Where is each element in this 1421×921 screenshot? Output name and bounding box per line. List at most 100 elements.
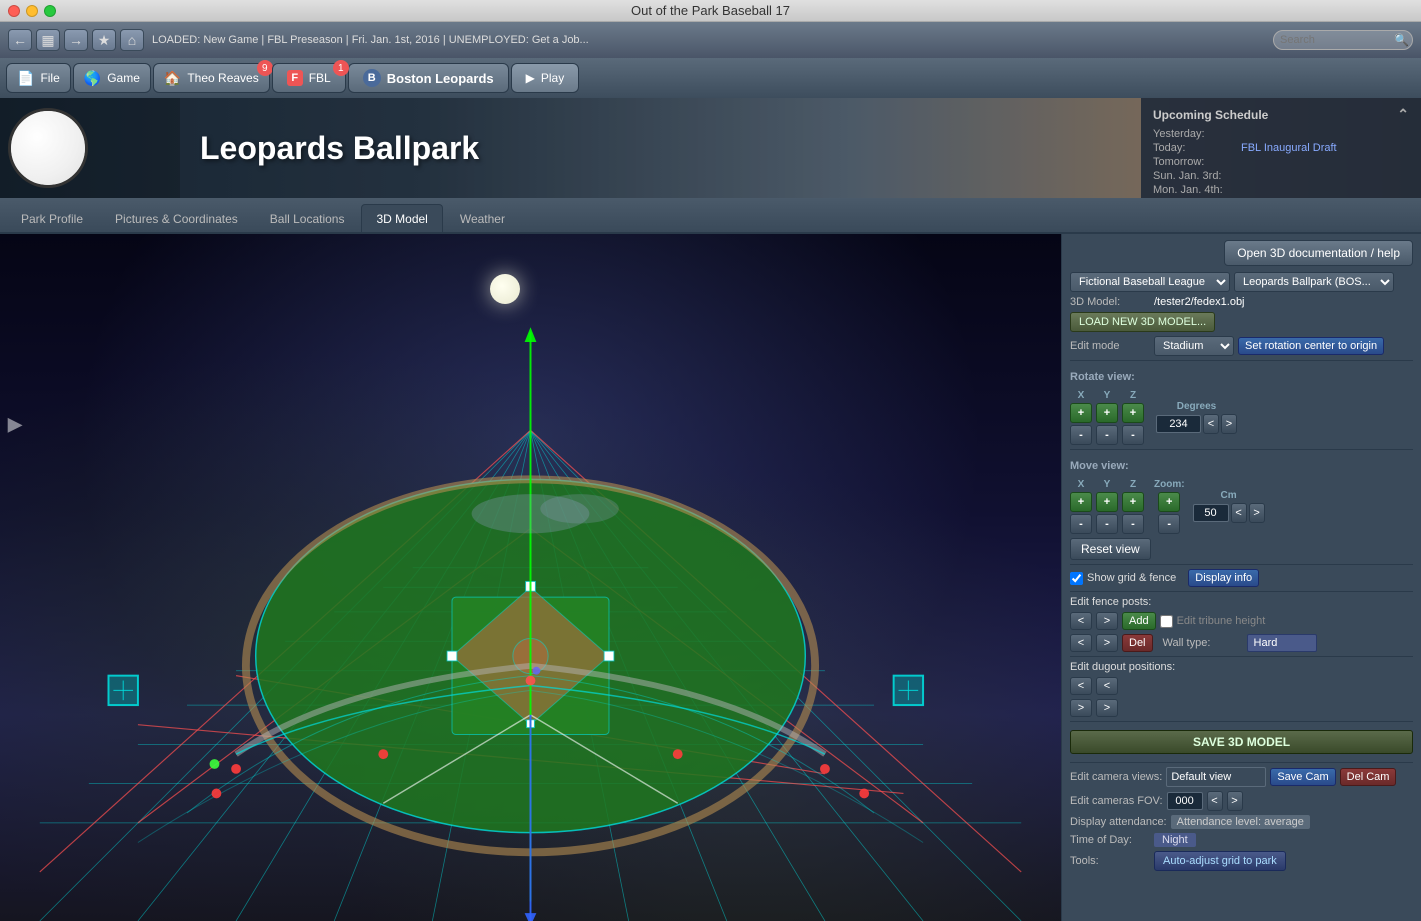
tribune-checkbox[interactable]	[1160, 615, 1173, 628]
dugout-btn-4[interactable]: >	[1096, 699, 1118, 717]
auto-adjust-button[interactable]: Auto-adjust grid to park	[1154, 851, 1286, 871]
tab-3d-model[interactable]: 3D Model	[361, 204, 442, 232]
fence-next-small-btn[interactable]: >	[1096, 612, 1118, 630]
zoom-input-row: < >	[1193, 503, 1265, 523]
fence-del-button[interactable]: Del	[1122, 634, 1153, 652]
rotate-view-title: Rotate view:	[1070, 371, 1135, 383]
zoom-less-btn[interactable]: <	[1231, 503, 1247, 523]
degrees-more-btn[interactable]: >	[1221, 414, 1237, 434]
edit-mode-label: Edit mode	[1070, 340, 1150, 352]
collapse-icon[interactable]: ⌃	[1397, 106, 1409, 123]
viewport-3d[interactable]: ▶	[0, 234, 1061, 921]
fence-back-btn[interactable]: <	[1070, 634, 1092, 652]
maximize-button[interactable]	[44, 5, 56, 17]
display-info-button[interactable]: Display info	[1188, 569, 1259, 587]
rotate-z-minus-btn[interactable]: -	[1122, 425, 1144, 445]
home-button[interactable]: ⌂	[120, 29, 144, 51]
move-x-minus-btn[interactable]: -	[1070, 514, 1092, 534]
save-model-button[interactable]: SAVE 3D MODEL	[1070, 730, 1413, 754]
grid-fence-checkbox[interactable]	[1070, 572, 1083, 585]
bookmark-button[interactable]: ★	[92, 29, 116, 51]
fbl-menu-button[interactable]: F FBL 1	[272, 63, 346, 93]
fence-label: Edit fence posts:	[1070, 596, 1151, 608]
divider-7	[1070, 762, 1413, 763]
cam-fov-less-btn[interactable]: <	[1207, 791, 1223, 811]
play-button[interactable]: ▶ Play	[511, 63, 580, 93]
rotate-z-col: Z + -	[1122, 390, 1144, 445]
tab-park-profile[interactable]: Park Profile	[6, 204, 98, 232]
minimize-button[interactable]	[26, 5, 38, 17]
back-button[interactable]: ←	[8, 29, 32, 51]
fence-del-label: Del	[1129, 637, 1146, 649]
close-button[interactable]	[8, 5, 20, 17]
schedule-tomorrow: Tomorrow:	[1153, 155, 1409, 169]
tab-weather[interactable]: Weather	[445, 204, 520, 232]
tab-ball-locations[interactable]: Ball Locations	[255, 204, 360, 232]
game-menu-button[interactable]: 🌎 Game	[73, 63, 151, 93]
save-cam-button[interactable]: Save Cam	[1270, 768, 1335, 786]
rotate-z-plus-btn[interactable]: +	[1122, 403, 1144, 423]
dugout-btn-1[interactable]: <	[1070, 677, 1092, 695]
forward-button[interactable]: →	[64, 29, 88, 51]
cam-fov-more-btn[interactable]: >	[1227, 791, 1243, 811]
load-model-button[interactable]: LOAD NEW 3D MODEL...	[1070, 312, 1215, 332]
zoom-minus-btn[interactable]: -	[1158, 514, 1180, 534]
tribune-label: Edit tribune height	[1177, 615, 1266, 627]
rotate-y-plus-btn[interactable]: +	[1096, 403, 1118, 423]
move-z-plus-btn[interactable]: +	[1122, 492, 1144, 512]
menu-row: 📄 File 🌎 Game 🏠 Theo Reaves 9 F FBL 1 B …	[0, 58, 1421, 98]
degrees-input-row: < >	[1156, 414, 1237, 434]
z-label: Z	[1130, 390, 1136, 401]
edit-mode-select[interactable]: Stadium	[1154, 336, 1234, 356]
attendance-row: Display attendance: Attendance level: av…	[1070, 815, 1413, 829]
move-y-label: Y	[1104, 479, 1111, 490]
team-menu-button[interactable]: B Boston Leopards	[348, 63, 509, 93]
del-cam-button[interactable]: Del Cam	[1340, 768, 1397, 786]
tab-ball-locations-label: Ball Locations	[270, 212, 345, 226]
fence-add-button[interactable]: Add	[1122, 612, 1156, 630]
set-rotation-button[interactable]: Set rotation center to origin	[1238, 337, 1384, 355]
degrees-less-btn[interactable]: <	[1203, 414, 1219, 434]
zoom-plus-btn[interactable]: +	[1158, 492, 1180, 512]
file-menu-button[interactable]: 📄 File	[6, 63, 71, 93]
move-y-minus-btn[interactable]: -	[1096, 514, 1118, 534]
reset-view-button[interactable]: Reset view	[1070, 538, 1151, 560]
grid-fence-row: Show grid & fence Display info	[1070, 569, 1413, 587]
move-y-plus-btn[interactable]: +	[1096, 492, 1118, 512]
rotate-x-plus-btn[interactable]: +	[1070, 403, 1092, 423]
zoom-more-btn[interactable]: >	[1249, 503, 1265, 523]
divider-3	[1070, 564, 1413, 565]
save-model-label: SAVE 3D MODEL	[1193, 735, 1290, 749]
zoom-input[interactable]	[1193, 504, 1229, 522]
league-row: Fictional Baseball League Leopards Ballp…	[1070, 272, 1413, 292]
cam-default-input[interactable]	[1166, 767, 1266, 787]
rotate-x-col: X + -	[1070, 390, 1092, 445]
rotate-x-minus-btn[interactable]: -	[1070, 425, 1092, 445]
dugout-btn-2[interactable]: <	[1096, 677, 1118, 695]
rotate-y-minus-btn[interactable]: -	[1096, 425, 1118, 445]
open-doc-button[interactable]: Open 3D documentation / help	[1224, 240, 1413, 266]
league-select[interactable]: Fictional Baseball League	[1070, 272, 1230, 292]
theo-menu-button[interactable]: 🏠 Theo Reaves 9	[153, 63, 270, 93]
traffic-lights[interactable]	[8, 5, 56, 17]
y-label: Y	[1104, 390, 1111, 401]
search-input[interactable]	[1273, 30, 1413, 50]
model-path-value: /tester2/fedex1.obj	[1154, 296, 1245, 308]
fbl-label: FBL	[309, 71, 331, 85]
save-model-row: SAVE 3D MODEL	[1070, 726, 1413, 758]
tab-park-profile-label: Park Profile	[21, 212, 83, 226]
divider-6	[1070, 721, 1413, 722]
cam-fov-input[interactable]	[1167, 792, 1203, 810]
status-text: LOADED: New Game | FBL Preseason | Fri. …	[152, 34, 1269, 46]
fence-fwd-btn[interactable]: >	[1096, 634, 1118, 652]
tab-pictures-coords[interactable]: Pictures & Coordinates	[100, 204, 253, 232]
degrees-input[interactable]	[1156, 415, 1201, 433]
copy-button[interactable]: ▦	[36, 29, 60, 51]
tab-3d-model-label: 3D Model	[376, 212, 427, 226]
move-z-minus-btn[interactable]: -	[1122, 514, 1144, 534]
park-select[interactable]: Leopards Ballpark (BOS...	[1234, 272, 1394, 292]
move-x-plus-btn[interactable]: +	[1070, 492, 1092, 512]
dugout-btn-3[interactable]: >	[1070, 699, 1092, 717]
cursor-indicator: ▶	[8, 414, 22, 435]
fence-prev-btn[interactable]: <	[1070, 612, 1092, 630]
